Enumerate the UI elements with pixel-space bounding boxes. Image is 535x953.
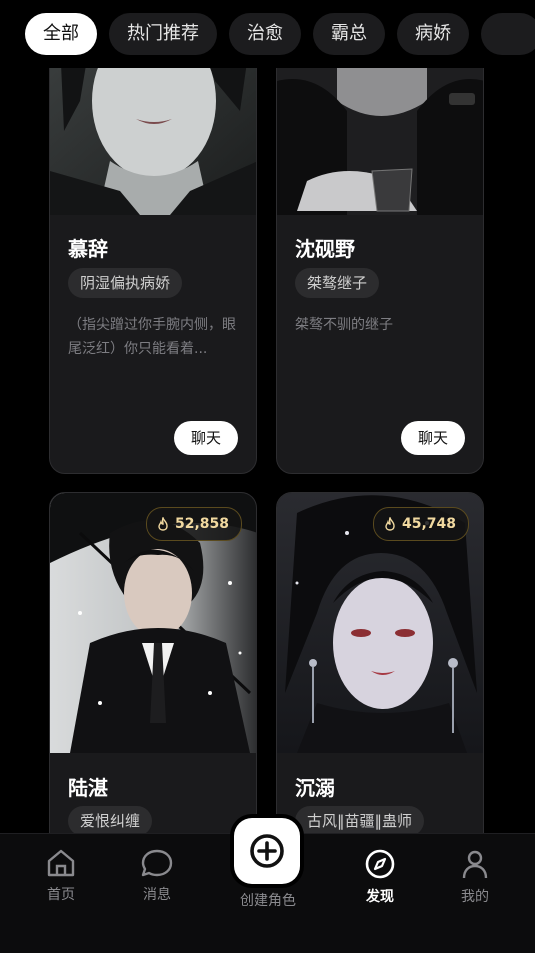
nav-discover[interactable]: 发现 xyxy=(345,848,415,906)
tab-domineering-ceo[interactable]: 霸总 xyxy=(313,13,385,55)
character-tag: 古风‖苗疆‖蛊师 xyxy=(295,806,425,836)
tab-all[interactable]: 全部 xyxy=(25,13,97,55)
character-name: 沈砚野 xyxy=(295,237,355,261)
character-card[interactable]: 52,858 陆湛 爱恨纠缠 xyxy=(49,492,257,892)
character-tag: 桀骜继子 xyxy=(295,268,380,298)
character-name: 陆湛 xyxy=(68,776,108,800)
nav-mine-label: 我的 xyxy=(461,889,489,905)
nav-messages-label: 消息 xyxy=(143,887,171,903)
create-character-button[interactable] xyxy=(234,818,300,884)
nav-home-label: 首页 xyxy=(47,887,75,903)
character-card[interactable]: 慕辞 阴湿偏执病娇 （指尖蹭过你手腕内侧，眼尾泛红）你只能看着... 聊天 xyxy=(49,40,257,474)
character-tag: 阴湿偏执病娇 xyxy=(68,268,183,298)
popularity-count: 52,858 xyxy=(174,516,229,532)
category-tabs: 全部 热门推荐 治愈 霸总 病娇 xyxy=(0,0,535,68)
nav-mine[interactable]: 我的 xyxy=(440,848,510,906)
tab-more-partial[interactable] xyxy=(481,13,535,55)
popularity-badge: 45,748 xyxy=(372,507,469,541)
nav-discover-label: 发现 xyxy=(366,889,394,905)
nav-messages[interactable]: 消息 xyxy=(122,848,192,904)
chat-button[interactable]: 聊天 xyxy=(401,421,465,455)
person-icon xyxy=(462,850,488,879)
character-name: 慕辞 xyxy=(68,237,108,261)
app-screen: 全部 热门推荐 治愈 霸总 病娇 慕辞 阴湿偏执病娇 （指尖蹭过你手腕内侧，眼尾… xyxy=(0,0,535,953)
tab-hot-recommend[interactable]: 热门推荐 xyxy=(109,13,217,55)
character-description: 桀骜不驯的继子 xyxy=(295,317,393,333)
tab-healing[interactable]: 治愈 xyxy=(229,13,301,55)
create-character-label: 创建角色 xyxy=(240,893,296,909)
flame-icon xyxy=(385,517,395,531)
character-name: 沉溺 xyxy=(295,776,335,800)
popularity-badge: 52,858 xyxy=(145,507,242,541)
chat-button[interactable]: 聊天 xyxy=(174,421,238,455)
plus-circle-icon xyxy=(250,834,284,868)
tab-yandere[interactable]: 病娇 xyxy=(397,13,469,55)
character-tag: 爱恨纠缠 xyxy=(68,806,153,836)
home-icon xyxy=(47,849,75,877)
popularity-count: 45,748 xyxy=(401,516,456,532)
compass-icon xyxy=(365,849,395,879)
nav-home[interactable]: 首页 xyxy=(26,848,96,904)
chat-bubble-icon xyxy=(141,849,173,877)
flame-icon xyxy=(158,517,168,531)
character-description: （指尖蹭过你手腕内侧，眼尾泛红）你只能看着... xyxy=(68,317,236,357)
character-card[interactable]: 45,748 沉溺 古风‖苗疆‖蛊师 xyxy=(276,492,484,892)
character-card[interactable]: 沈砚野 桀骜继子 桀骜不驯的继子 聊天 xyxy=(276,40,484,474)
